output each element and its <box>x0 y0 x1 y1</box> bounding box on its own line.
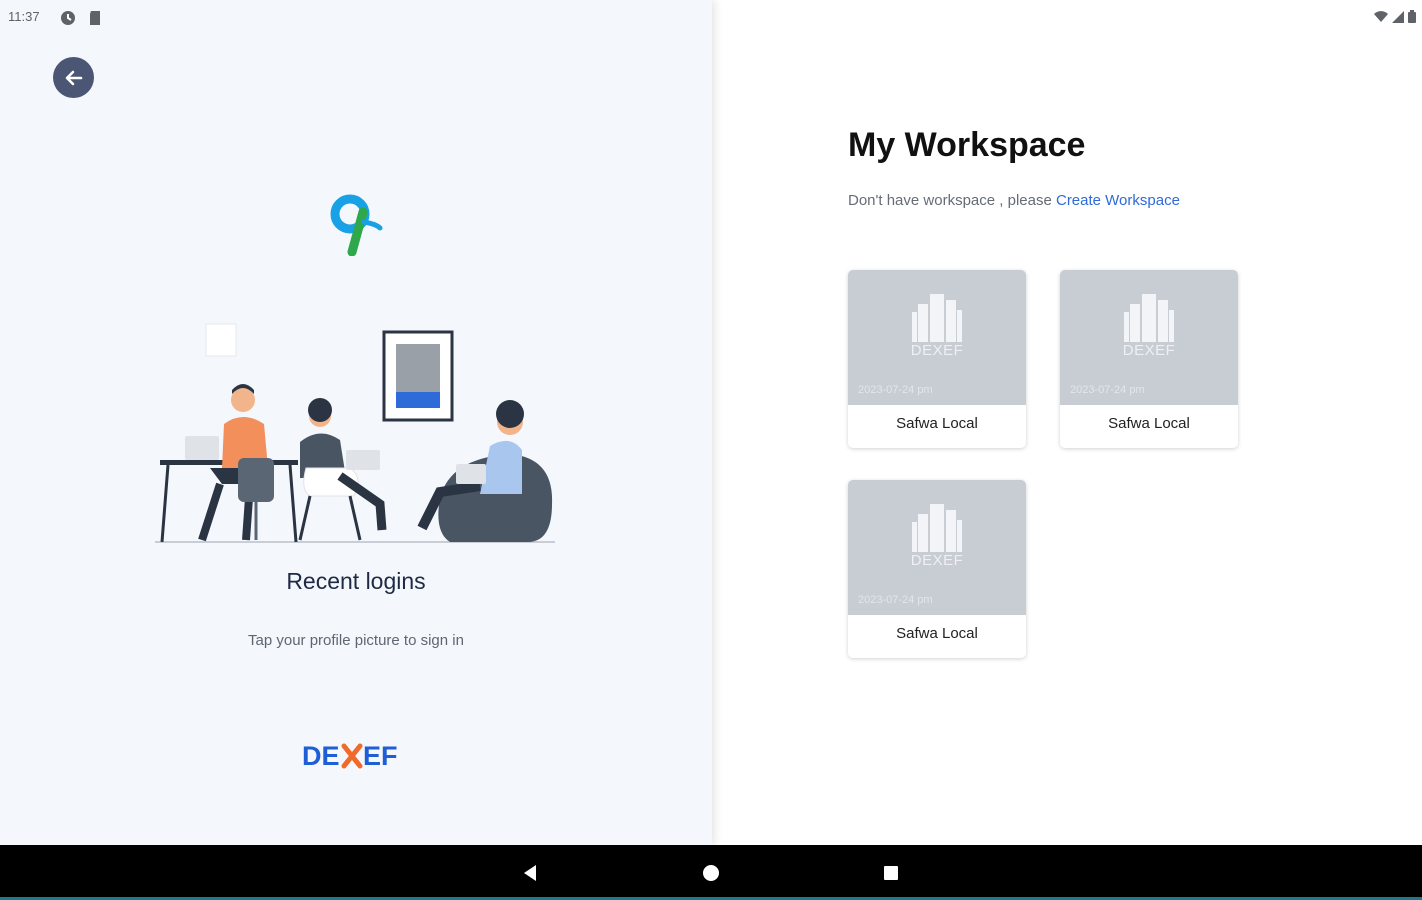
sd-card-icon <box>90 11 100 25</box>
status-bar: 11:37 <box>0 0 1422 36</box>
workspace-card-image: DEXEF 2023-07-24 pm <box>1060 270 1238 405</box>
workspace-card-name: Safwa Local <box>896 415 978 432</box>
building-icon <box>912 294 962 342</box>
back-button[interactable] <box>53 57 94 98</box>
signal-icon <box>1392 10 1404 23</box>
workspace-card-date: 2023-07-24 pm <box>858 594 933 606</box>
workspace-subtitle: Don't have workspace , please Create Wor… <box>848 192 1180 209</box>
workspace-card-name: Safwa Local <box>896 625 978 642</box>
workspace-card-image: DEXEF 2023-07-24 pm <box>848 270 1026 405</box>
building-icon <box>912 504 962 552</box>
team-illustration <box>155 323 555 543</box>
status-right <box>1374 10 1416 23</box>
recent-logins-subtitle: Tap your profile picture to sign in <box>248 632 464 649</box>
nav-back-button[interactable] <box>516 859 544 887</box>
svg-text:DE: DE <box>302 741 340 771</box>
workspace-card-date: 2023-07-24 pm <box>1070 384 1145 396</box>
workspace-card-brand: DEXEF <box>1122 342 1176 359</box>
create-workspace-link[interactable]: Create Workspace <box>1056 192 1180 209</box>
wifi-icon <box>1374 10 1388 22</box>
workspace-card[interactable]: DEXEF 2023-07-24 pm Safwa Local <box>848 480 1026 658</box>
navigation-bar <box>0 845 1422 900</box>
svg-text:EF: EF <box>363 741 398 771</box>
recent-logins-title: Recent logins <box>286 568 426 594</box>
nav-home-button[interactable] <box>697 859 725 887</box>
sync-icon <box>61 11 75 25</box>
triangle-back-icon <box>524 865 536 881</box>
workspace-card-brand: DEXEF <box>910 552 964 569</box>
right-panel: My Workspace Don't have workspace , plea… <box>712 0 1422 845</box>
app-logo <box>330 194 383 256</box>
workspace-card[interactable]: DEXEF 2023-07-24 pm Safwa Local <box>1060 270 1238 448</box>
building-icon <box>1124 294 1174 342</box>
status-time: 11:37 <box>8 9 40 24</box>
workspace-subtitle-text: Don't have workspace , please <box>848 192 1056 209</box>
square-recents-icon <box>884 866 898 880</box>
battery-icon <box>1408 10 1416 23</box>
dexef-logo: DE EF <box>302 741 398 771</box>
workspace-title: My Workspace <box>848 126 1086 164</box>
workspace-card-name: Safwa Local <box>1108 415 1190 432</box>
circle-home-icon <box>703 865 719 881</box>
screen: 11:37 Recent logins Tap your profile pic… <box>0 0 1422 900</box>
workspace-card-date: 2023-07-24 pm <box>858 384 933 396</box>
workspace-card[interactable]: DEXEF 2023-07-24 pm Safwa Local <box>848 270 1026 448</box>
nav-recents-button[interactable] <box>877 859 905 887</box>
arrow-left-icon <box>65 70 82 85</box>
left-panel: Recent logins Tap your profile picture t… <box>0 0 712 845</box>
workspace-card-brand: DEXEF <box>910 342 964 359</box>
workspace-card-image: DEXEF 2023-07-24 pm <box>848 480 1026 615</box>
